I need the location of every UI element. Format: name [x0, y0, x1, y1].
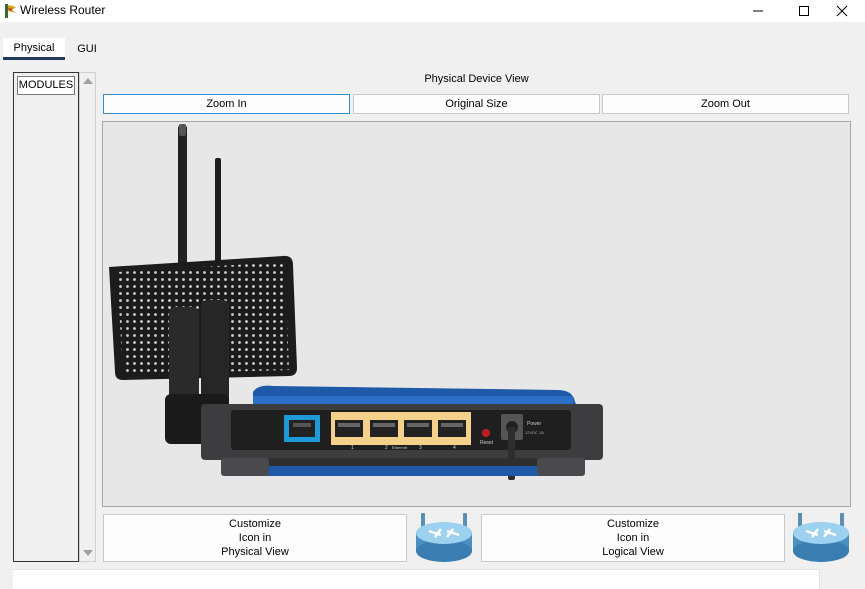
customize-logical-icon-button[interactable]: Customize Icon in Logical View — [481, 514, 785, 562]
ethernet-label: Ethernet — [392, 445, 408, 450]
lan-port-label-1: 1 — [351, 445, 354, 451]
reset-label: Reset — [480, 440, 494, 446]
router-window: Wireless Router Physical GUI MODULES Phy… — [0, 0, 865, 589]
original-size-button[interactable]: Original Size — [353, 94, 600, 114]
tab-physical[interactable]: Physical — [3, 38, 65, 60]
maximize-icon — [799, 6, 809, 16]
scroll-down-icon[interactable] — [83, 550, 93, 556]
close-button[interactable] — [819, 0, 865, 22]
tab-gui[interactable]: GUI — [67, 38, 107, 60]
lan-port-label-4: 4 — [453, 445, 456, 451]
customize-physical-icon-button[interactable]: Customize Icon in Physical View — [103, 514, 407, 562]
modules-scrollbar[interactable] — [79, 72, 96, 562]
customize-physical-line3: Physical View — [221, 546, 289, 558]
bottom-panel — [13, 569, 820, 589]
customize-logical-line3: Logical View — [602, 546, 664, 558]
router-icon — [416, 513, 472, 562]
customize-physical-line1: Customize — [229, 518, 281, 530]
physical-device-canvas[interactable]: 1 2 Ethernet 3 4 Reset Power 12VDC 1A — [102, 121, 851, 507]
router-device-image: 1 2 Ethernet 3 4 Reset Power 12VDC 1A — [109, 124, 603, 480]
physical-view-title: Physical Device View — [424, 73, 529, 85]
customize-physical-line2: Icon in — [238, 532, 272, 544]
title-bar: Wireless Router — [0, 0, 865, 22]
zoom-out-button[interactable]: Zoom Out — [602, 94, 849, 114]
router-app-icon — [5, 4, 16, 18]
modules-button[interactable]: MODULES — [17, 76, 75, 95]
customize-logical-line1: Customize — [607, 518, 659, 530]
lan-port-label-3: 3 — [419, 445, 422, 451]
lan-port-label-2: 2 — [385, 445, 388, 451]
modules-panel: MODULES — [13, 72, 79, 562]
minimize-button[interactable] — [735, 0, 781, 22]
power-label: Power — [527, 421, 542, 427]
router-icon — [793, 513, 849, 562]
power-rating: 12VDC 1A — [525, 430, 544, 435]
minimize-icon — [753, 10, 763, 12]
window-title: Wireless Router — [20, 3, 106, 17]
tab-bar: Physical GUI — [0, 38, 865, 62]
customize-logical-line2: Icon in — [616, 532, 650, 544]
scroll-up-icon[interactable] — [83, 78, 93, 84]
close-icon — [836, 5, 848, 17]
zoom-in-button[interactable]: Zoom In — [103, 94, 350, 114]
